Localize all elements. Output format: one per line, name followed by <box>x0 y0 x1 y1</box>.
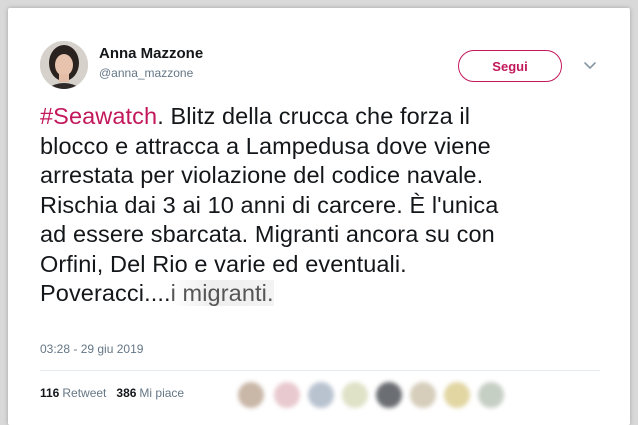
author-name[interactable]: Anna Mazzone <box>99 45 203 62</box>
like-count: 386 <box>116 386 137 400</box>
like-label: Mi piace <box>139 386 185 400</box>
retweet-label: Retweet <box>62 386 107 400</box>
tweet-line: blocco e attracca a Lampedusa dove viene <box>40 132 491 159</box>
tweet-line: ad essere sbarcata. Migranti ancora su c… <box>40 221 495 247</box>
tweet-line: Orfini, Del Rio e varie ed eventuali. <box>40 250 407 277</box>
hashtag-link[interactable]: #Seawatch <box>40 103 157 129</box>
liker-avatar[interactable] <box>238 382 264 408</box>
tweet-text: #Seawatch. Blitz della crucca che forza … <box>40 102 600 309</box>
engagement-stats: 116 Retweet 386 Mi piace <box>40 386 184 400</box>
liker-avatar[interactable] <box>274 382 300 408</box>
avatar-image <box>40 41 88 89</box>
avatar[interactable] <box>40 41 88 89</box>
liker-avatar[interactable] <box>376 382 402 408</box>
tweet-line-faded: i migranti. <box>170 280 274 306</box>
like-stat[interactable]: 386 Mi piace <box>116 386 184 400</box>
divider <box>40 370 600 371</box>
author-handle[interactable]: @anna_mazzone <box>99 66 193 80</box>
tweet-line: . Blitz della crucca che forza il <box>157 103 471 129</box>
liker-avatar[interactable] <box>308 382 334 408</box>
liker-avatars <box>238 378 538 410</box>
liker-avatar[interactable] <box>342 382 368 408</box>
tweet-card: Anna Mazzone @anna_mazzone Segui #Seawat… <box>8 8 630 425</box>
tweet-line: arrestata per violazione del codice nava… <box>40 162 484 188</box>
liker-avatar[interactable] <box>410 382 436 408</box>
follow-button[interactable]: Segui <box>458 50 562 82</box>
chevron-down-icon[interactable] <box>583 58 597 72</box>
retweet-count: 116 <box>40 386 60 400</box>
liker-avatar[interactable] <box>478 382 504 408</box>
tweet-line: Rischia dai 3 ai 10 anni di carcere. È l… <box>40 191 499 218</box>
tweet-line: Poveracci.... <box>40 280 171 306</box>
tweet-timestamp[interactable]: 03:28 - 29 giu 2019 <box>40 342 143 356</box>
retweet-stat[interactable]: 116 Retweet <box>40 386 106 400</box>
liker-avatar[interactable] <box>444 382 470 408</box>
